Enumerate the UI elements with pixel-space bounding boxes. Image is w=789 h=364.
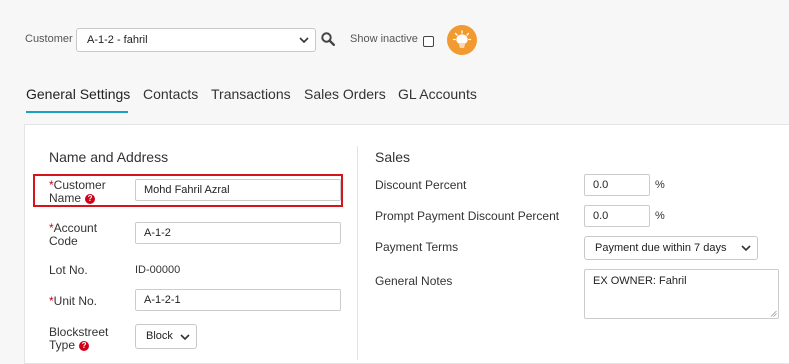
tips-button[interactable] — [447, 25, 477, 55]
active-tab-indicator — [26, 111, 128, 113]
lightbulb-icon — [452, 30, 472, 48]
sales-title: Sales — [375, 149, 411, 165]
customer-label: Customer — [25, 33, 73, 45]
customer-select-value: A-1-2 - fahril — [87, 34, 148, 46]
tab-gl-accounts[interactable]: GL Accounts — [398, 86, 477, 102]
unit-no-label: *Unit No. — [49, 294, 98, 308]
chevron-down-icon — [299, 37, 309, 44]
chevron-down-icon — [741, 245, 751, 252]
general-notes-label: General Notes — [375, 274, 453, 288]
prompt-payment-discount-input[interactable]: 0.0 — [584, 205, 650, 227]
tab-general-settings[interactable]: General Settings — [26, 86, 130, 102]
help-icon[interactable]: ? — [79, 340, 90, 351]
tab-bar: General Settings Contacts Transactions S… — [0, 82, 789, 114]
discount-percent-input[interactable]: 0.0 — [584, 174, 650, 196]
toolbar: Customer A-1-2 - fahril Show inactive — [0, 0, 789, 78]
resize-grip-icon[interactable] — [770, 310, 777, 317]
payment-terms-value: Payment due within 7 days — [595, 242, 727, 254]
customer-name-label: *Customer Name? — [49, 178, 106, 205]
prompt-payment-discount-label: Prompt Payment Discount Percent — [375, 209, 560, 223]
general-notes-textarea[interactable]: EX OWNER: Fahril — [584, 269, 779, 319]
lot-no-label: Lot No. — [49, 263, 88, 277]
unit-no-input[interactable]: A-1-2-1 — [135, 289, 341, 311]
show-inactive-label: Show inactive — [350, 33, 418, 45]
blockstreet-type-select[interactable]: Block — [135, 324, 197, 349]
general-notes-value: EX OWNER: Fahril — [593, 275, 687, 287]
blockstreet-type-label: Blockstreet Type? — [49, 325, 109, 352]
column-divider — [357, 146, 358, 360]
show-inactive-checkbox[interactable] — [423, 36, 434, 47]
name-address-title: Name and Address — [49, 149, 169, 165]
search-icon[interactable] — [321, 32, 335, 46]
discount-percent-unit: % — [655, 179, 665, 191]
payment-terms-select[interactable]: Payment due within 7 days — [584, 236, 758, 260]
blockstreet-type-value: Block — [146, 330, 173, 342]
tab-sales-orders[interactable]: Sales Orders — [304, 86, 386, 102]
chevron-down-icon — [180, 334, 190, 341]
discount-percent-label: Discount Percent — [375, 178, 467, 192]
payment-terms-label: Payment Terms — [375, 240, 459, 254]
tab-contacts[interactable]: Contacts — [143, 86, 198, 102]
customer-select[interactable]: A-1-2 - fahril — [76, 28, 316, 52]
tab-transactions[interactable]: Transactions — [211, 86, 291, 102]
account-code-label: *Account Code — [49, 221, 98, 248]
account-code-input[interactable]: A-1-2 — [135, 222, 341, 244]
help-icon[interactable]: ? — [85, 193, 96, 204]
lot-no-value: ID-00000 — [135, 264, 181, 276]
prompt-payment-discount-unit: % — [655, 210, 665, 222]
customer-name-input[interactable]: Mohd Fahril Azral — [135, 179, 341, 201]
